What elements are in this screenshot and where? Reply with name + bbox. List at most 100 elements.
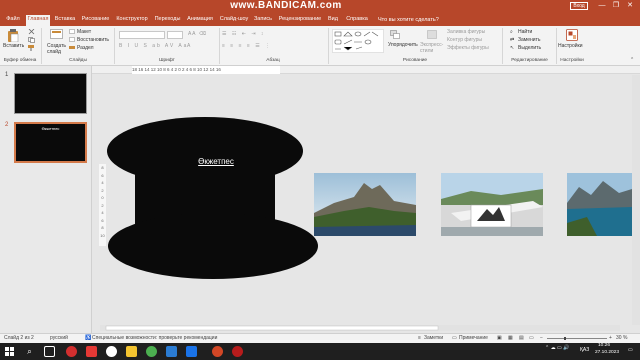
comments-button[interactable]: Примечание (459, 334, 488, 343)
tell-me-input[interactable]: Что вы хотите сделать? (378, 16, 468, 24)
align-icons[interactable]: ≡ ≡ ≡ ≡ ☰ ⋮ (222, 43, 272, 49)
windows-start-icon[interactable] (4, 346, 15, 357)
tab-insert[interactable]: Вставка (53, 15, 77, 26)
vruler-mark: 2 (101, 187, 104, 193)
slide-thumbnail-1[interactable] (14, 73, 87, 114)
clock-date[interactable]: 27.10.2023 (595, 350, 619, 355)
reset-button[interactable]: Восстановить (77, 37, 109, 43)
shapes-gallery-icon[interactable] (332, 29, 384, 53)
section-button[interactable]: Раздел (77, 45, 94, 51)
font-color-icon[interactable]: A (187, 43, 190, 49)
keyboard-language[interactable]: ҚАЗ (580, 347, 589, 353)
tab-draw[interactable]: Рисование (81, 15, 110, 26)
tab-design[interactable]: Конструктор (114, 15, 150, 26)
vertical-scrollbar[interactable] (632, 75, 640, 325)
tab-view[interactable]: Вид (326, 15, 340, 26)
arrange-icon[interactable] (390, 30, 400, 39)
lake-photo-2[interactable] (441, 173, 543, 236)
cut-icon[interactable] (28, 29, 35, 35)
zoom-in-icon[interactable]: + (609, 334, 612, 343)
vruler-mark: 8 (101, 165, 104, 170)
thumbnail-title: Өкжетпес (41, 126, 60, 131)
tab-transitions[interactable]: Переходы (153, 15, 182, 26)
search-icon[interactable]: ⌕ (24, 346, 35, 357)
clear-format-icon[interactable]: ⌫ (199, 31, 206, 37)
tab-help[interactable]: Справка (344, 15, 370, 26)
lake-photo-3[interactable] (567, 173, 632, 236)
task-view-icon[interactable] (44, 346, 55, 357)
clock-time[interactable]: 10:26 (598, 343, 610, 348)
zoom-level[interactable]: 30 % (616, 334, 627, 343)
reset-icon (69, 37, 75, 42)
yandex-browser-icon[interactable] (106, 346, 117, 357)
shape-outline-button[interactable]: Контур фигуры (447, 37, 482, 43)
zoom-slider[interactable] (547, 337, 607, 340)
tab-slideshow[interactable]: Слайд-шоу (218, 15, 250, 26)
mountain-photo-1[interactable] (314, 173, 416, 236)
replace-button[interactable]: Заменить (518, 37, 540, 43)
layout-icon (69, 29, 75, 34)
horizontal-scrollbar[interactable] (100, 325, 620, 331)
find-button[interactable]: Найти (518, 29, 532, 35)
accessibility-status[interactable]: Специальные возможности: проверьте реком… (92, 334, 217, 343)
quick-styles-button[interactable]: Экспресс-стили (420, 42, 444, 54)
slide-counter: Слайд 2 из 2 (4, 335, 34, 341)
shape-effects-button[interactable]: Эффекты фигуры (447, 45, 489, 51)
collapse-ribbon-icon[interactable]: ⌃ (630, 57, 634, 63)
font-family-select[interactable] (119, 31, 165, 39)
format-painter-icon[interactable] (28, 45, 35, 51)
yandex-icon[interactable] (86, 346, 97, 357)
file-explorer-icon[interactable] (126, 346, 137, 357)
restore-button[interactable]: ❐ (610, 1, 622, 11)
shape-fill-button[interactable]: Заливка фигуры (447, 29, 485, 35)
designer-group-label: Настройки (560, 58, 584, 63)
tray-icons[interactable]: ⌃ ☁ ▭ 🔊 (545, 345, 569, 351)
tab-animations[interactable]: Анимация (185, 15, 215, 26)
tab-home[interactable]: Главная (26, 15, 50, 26)
font-format-icons[interactable]: B I U S ab AV Aa (119, 43, 188, 49)
powerpoint-icon[interactable] (212, 346, 223, 357)
new-slide-button[interactable]: Создать слайд (47, 43, 69, 55)
select-button[interactable]: Выделить (518, 45, 541, 51)
chrome-icon[interactable] (146, 346, 157, 357)
list-icons[interactable]: ☰ ☷ ⇤ ⇥ ↕ (222, 31, 265, 37)
zoom-out-icon[interactable]: − (540, 334, 543, 343)
slide-number: 1 (5, 72, 9, 78)
copy-icon[interactable] (28, 37, 35, 43)
tab-review[interactable]: Рецензирование (277, 15, 323, 26)
app-icon[interactable] (186, 346, 197, 357)
paste-icon[interactable] (7, 29, 19, 42)
notifications-icon[interactable]: ▭ (628, 347, 633, 353)
new-slide-icon[interactable] (50, 29, 63, 40)
view-reading-icon[interactable]: ▤ (519, 334, 524, 343)
view-sorter-icon[interactable]: ▦ (508, 334, 513, 343)
view-slideshow-icon[interactable]: ▭ (529, 334, 534, 343)
quick-styles-icon[interactable] (427, 30, 437, 39)
designer-button[interactable]: Настройки (558, 43, 583, 49)
clipboard-group-label: Буфер обмена (3, 58, 37, 63)
arrange-button[interactable]: Упорядочить (388, 42, 418, 48)
tab-file[interactable]: Файл (3, 15, 23, 26)
ribbon-tabs: Файл Главная Вставка Рисование Конструкт… (0, 13, 640, 26)
view-normal-icon[interactable]: ▣ (497, 334, 502, 343)
tab-record[interactable]: Запись (253, 15, 273, 26)
layout-button[interactable]: Макет (77, 29, 91, 35)
slide-shape[interactable] (107, 117, 319, 280)
minimize-button[interactable]: — (596, 1, 608, 11)
font-size-select[interactable] (167, 31, 183, 39)
paste-button[interactable]: Вставить (3, 43, 24, 49)
slide-number: 2 (5, 122, 9, 128)
notes-button[interactable]: Заметки (424, 334, 443, 343)
slide-thumbnail-2[interactable]: Өкжетпес (14, 122, 87, 163)
designer-icon[interactable] (566, 29, 578, 41)
replace-icon: ⇄ (510, 37, 515, 43)
bandicam-icon[interactable] (232, 346, 243, 357)
signin-button[interactable]: Вход (570, 2, 588, 10)
word-icon[interactable] (166, 346, 177, 357)
opera-icon[interactable] (66, 346, 77, 357)
close-button[interactable]: ✕ (624, 1, 636, 11)
grow-font-icon[interactable]: A A (188, 31, 196, 37)
language-indicator[interactable]: русский (50, 334, 68, 343)
slide-title[interactable]: Өкжетпес (176, 157, 256, 167)
slides-group-label: Слайды (69, 58, 87, 63)
